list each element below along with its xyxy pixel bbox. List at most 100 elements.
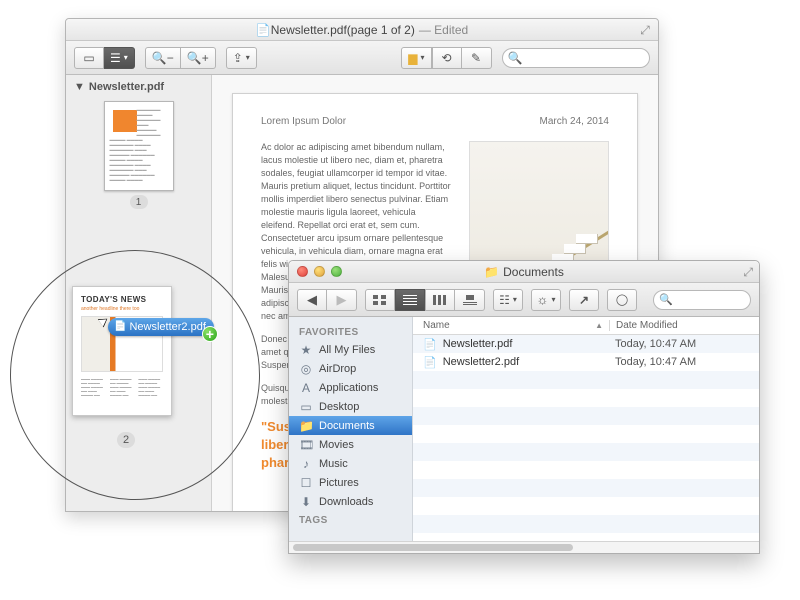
- finder-sidebar: FAVORITES ★All My Files◎AirDropAApplicat…: [289, 317, 413, 541]
- sidebar-item-airdrop[interactable]: ◎AirDrop: [289, 359, 412, 378]
- zoom-in-icon: 🔍: [187, 51, 202, 65]
- thumb2-subtitle: another headline there too: [81, 306, 163, 312]
- minimize-window-button[interactable]: [314, 266, 325, 277]
- empty-row: [413, 479, 759, 497]
- zoom-window-button[interactable]: [331, 266, 342, 277]
- view-segment: [365, 289, 485, 311]
- doc-header-date: March 24, 2014: [540, 116, 610, 127]
- pencil-icon: ✎: [471, 51, 481, 65]
- sidebar-item-applications[interactable]: AApplications: [289, 378, 412, 397]
- sidebar-section-tags: TAGS: [289, 511, 412, 528]
- sort-asc-icon: ▲: [595, 321, 603, 330]
- sidebar-item-label: AirDrop: [319, 363, 356, 375]
- view-mode-segment: ▭ ☰▾: [74, 47, 135, 69]
- fullscreen-icon[interactable]: ⤢: [638, 23, 652, 37]
- tags-button[interactable]: ◯: [607, 289, 637, 311]
- sidebar-item-label: Music: [319, 458, 348, 470]
- highlight-button[interactable]: ▆▾: [401, 47, 431, 69]
- column-headers[interactable]: Name ▲ Date Modified: [413, 317, 759, 335]
- file-date: Today, 10:47 AM: [609, 356, 759, 368]
- page-icon: ▭: [83, 51, 94, 65]
- drag-file-badge: 📄 Newsletter2.pdf +: [108, 318, 214, 336]
- disclosure-triangle-icon[interactable]: ▼: [74, 81, 85, 93]
- sidebar-header[interactable]: ▼ Newsletter.pdf: [74, 81, 203, 93]
- fullscreen-icon[interactable]: ⤢: [743, 265, 753, 280]
- file-row[interactable]: 📄Newsletter.pdfToday, 10:47 AM: [413, 335, 759, 353]
- empty-row: [413, 461, 759, 479]
- sidebar-item-icon: A: [299, 381, 313, 395]
- thumbnail-page-1[interactable]: ▬▬▬▬▬▬ ▬▬▬▬ ▬▬▬▬▬▬ ▬▬▬ ▬▬▬▬▬ ▬▬▬▬▬▬ ▬▬▬▬…: [74, 101, 203, 209]
- sidebar-item-icon: ♪: [299, 457, 313, 471]
- preview-toolbar: ▭ ☰▾ 🔍− 🔍+ ⇪▾ ▆▾ ⟲ ✎ 🔍: [66, 41, 658, 75]
- sidebar-item-icon: ⬇: [299, 495, 313, 509]
- thumbnail-page-2[interactable]: TODAY'S NEWS another headline there too …: [72, 286, 172, 416]
- empty-row: [413, 425, 759, 443]
- zoom-out-icon: 🔍: [152, 51, 167, 65]
- sidebar-item-music[interactable]: ♪ Music: [289, 454, 412, 473]
- sidebar-item-icon: ▭: [299, 400, 313, 414]
- preview-search-input[interactable]: 🔍: [502, 48, 650, 68]
- sidebar-item-label: Pictures: [319, 477, 359, 489]
- action-button[interactable]: ▾: [531, 289, 561, 311]
- close-window-button[interactable]: [297, 266, 308, 277]
- empty-row: [413, 407, 759, 425]
- sidebar-item-documents[interactable]: 📁 Documents: [289, 416, 412, 435]
- arrange-button[interactable]: ☷▾: [493, 289, 523, 311]
- thumb2-title: TODAY'S NEWS: [81, 295, 163, 304]
- col-date[interactable]: Date Modified: [616, 320, 678, 331]
- zoom-out-button[interactable]: 🔍−: [145, 47, 181, 69]
- finder-toolbar: ◀ ▶ ☷▾ ▾ ◯ 🔍: [289, 283, 759, 317]
- horizontal-scrollbar[interactable]: [289, 541, 759, 553]
- zoom-in-button[interactable]: 🔍+: [181, 47, 216, 69]
- sidebar-item-label: Desktop: [319, 401, 359, 413]
- chevron-down-icon: ▾: [513, 295, 517, 304]
- forward-button[interactable]: ▶: [327, 289, 357, 311]
- folder-icon: 📁: [484, 265, 499, 279]
- sidebar-item-movies[interactable]: 🎞Movies: [289, 435, 412, 454]
- thumb2-page-number: 2: [117, 432, 135, 448]
- share-button[interactable]: ⇪▾: [226, 47, 257, 69]
- preview-title-edited: — Edited: [419, 23, 468, 37]
- view-icons-button[interactable]: [365, 289, 395, 311]
- columns-icon: [433, 295, 447, 305]
- rotate-icon: ⟲: [442, 51, 452, 65]
- add-plus-icon: +: [202, 326, 218, 342]
- document-icon: 📄: [114, 318, 126, 336]
- gear-icon: [537, 292, 549, 307]
- view-columns-button[interactable]: [425, 289, 455, 311]
- file-row[interactable]: 📄Newsletter2.pdfToday, 10:47 AM: [413, 353, 759, 371]
- scrollbar-thumb[interactable]: [293, 544, 573, 551]
- share-button[interactable]: [569, 289, 599, 311]
- finder-titlebar[interactable]: 📁 Documents ⤢: [289, 261, 759, 283]
- search-icon: 🔍: [659, 293, 673, 306]
- finder-search-input[interactable]: 🔍: [653, 290, 751, 310]
- share-icon: [579, 293, 589, 307]
- sidebar-item-all-my-files[interactable]: ★All My Files: [289, 340, 412, 359]
- zoom-segment: 🔍− 🔍+: [145, 47, 216, 69]
- preview-titlebar[interactable]: 📄 Newsletter.pdf (page 1 of 2) — Edited …: [66, 19, 658, 41]
- preview-title-pages: (page 1 of 2): [347, 23, 415, 37]
- sidebar-item-label: Documents: [319, 420, 375, 432]
- back-button[interactable]: ◀: [297, 289, 327, 311]
- share-icon: ⇪: [233, 51, 243, 65]
- empty-row: [413, 371, 759, 389]
- sidebar-item-desktop[interactable]: ▭ Desktop: [289, 397, 412, 416]
- edit-button[interactable]: ✎: [462, 47, 492, 69]
- coverflow-icon: [463, 295, 477, 305]
- chevron-down-icon: ▾: [246, 53, 250, 62]
- sidebar-item-icon: 📁: [299, 419, 313, 433]
- view-coverflow-button[interactable]: [455, 289, 485, 311]
- rotate-button[interactable]: ⟲: [432, 47, 462, 69]
- sidebar-item-downloads[interactable]: ⬇Downloads: [289, 492, 412, 511]
- view-single-button[interactable]: ▭: [74, 47, 104, 69]
- empty-row: [413, 443, 759, 461]
- file-name: Newsletter.pdf: [443, 338, 513, 350]
- thumb-page-number: 1: [130, 195, 148, 209]
- col-name[interactable]: Name: [423, 320, 450, 331]
- chevron-down-icon: ▾: [421, 53, 425, 62]
- forward-icon: ▶: [337, 295, 347, 305]
- sidebar-item-icon: 🎞: [299, 438, 313, 452]
- sidebar-item-pictures[interactable]: ☐Pictures: [289, 473, 412, 492]
- view-list-button[interactable]: [395, 289, 425, 311]
- view-thumbnails-button[interactable]: ☰▾: [104, 47, 135, 69]
